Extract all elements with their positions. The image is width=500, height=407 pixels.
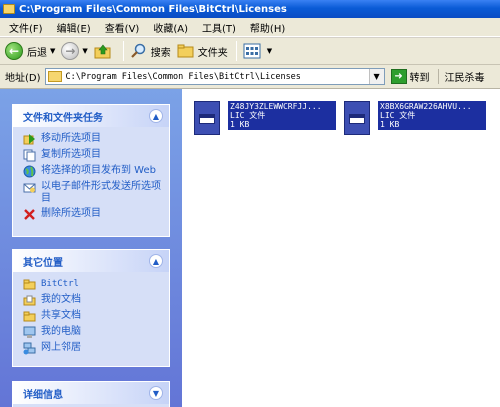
file-size: 1 KB [380,120,400,129]
task-copy[interactable]: 复制所选项目 [23,149,163,162]
chevron-down-icon[interactable]: ▼ [50,47,55,55]
go-label: 转到 [409,73,430,84]
panel-title: 文件和文件夹任务 [23,112,103,124]
file-item[interactable]: Z48JY3ZLEWWCRFJJ... LIC 文件 1 KB [190,99,336,137]
file-size: 1 KB [230,120,250,129]
folders-icon [177,44,194,58]
task-move[interactable]: 移动所选项目 [23,133,163,146]
file-item[interactable]: X8BX6GRAW226AHVU... LIC 文件 1 KB [340,99,486,137]
views-button[interactable]: ▼ [243,43,272,59]
go-arrow-icon: ➜ [390,69,407,84]
menu-file[interactable]: 文件(F) [2,20,50,35]
shared-folder-icon [23,311,36,322]
other-places-header[interactable]: 其它位置 ▲ [13,250,169,272]
forward-button[interactable]: → ▼ [61,42,88,60]
window-title: C:\Program Files\Common Files\BitCtrl\Li… [19,3,287,15]
address-bar: 地址(D) C:\Program Files\Common Files\BitC… [0,65,500,89]
place-network[interactable]: 网上邻居 [23,342,163,355]
back-arrow-icon: ← [5,42,23,60]
copy-icon [23,149,36,162]
file-tasks-panel: 文件和文件夹任务 ▲ 移动所选项目 复制所选项目 将选择的项目发布到 Web 以… [12,104,170,237]
file-type: LIC 文件 [230,111,266,120]
search-icon [131,43,146,58]
folder-icon [23,279,36,290]
up-folder-icon [94,44,111,59]
place-my-documents[interactable]: 我的文档 [23,294,163,307]
chevron-down-icon[interactable]: ▼ [267,47,272,55]
menu-view[interactable]: 查看(V) [98,20,147,35]
search-button[interactable]: 搜索 [130,43,171,59]
file-name: Z48JY3ZLEWWCRFJJ... [230,102,322,111]
panel-title: 详细信息 [23,389,63,401]
lic-file-icon [190,99,224,137]
network-icon [23,342,36,355]
back-label: 后退 [27,47,47,59]
collapse-icon[interactable]: ▲ [149,254,163,268]
computer-icon [23,326,36,338]
toolbar: ← 后退 ▼ → ▼ 搜索 文件夹 ▼ [0,37,500,65]
email-icon [23,183,36,193]
folder-icon [3,4,15,14]
folders-label: 文件夹 [197,47,228,59]
views-icon [243,43,261,59]
menu-edit[interactable]: 编辑(E) [50,20,98,35]
details-header[interactable]: 详细信息 ▼ [13,382,169,404]
antivirus-button[interactable]: 江民杀毒 [437,69,485,84]
move-icon [23,134,35,145]
place-shared-documents[interactable]: 共享文档 [23,310,163,323]
panel-title: 其它位置 [23,257,63,269]
menu-tools[interactable]: 工具(T) [195,20,243,35]
up-folder-button[interactable] [94,43,115,59]
file-info: X8BX6GRAW226AHVU... LIC 文件 1 KB [378,101,486,130]
toolbar-separator [235,41,237,61]
task-pane: 文件和文件夹任务 ▲ 移动所选项目 复制所选项目 将选择的项目发布到 Web 以… [0,89,182,407]
chevron-down-icon[interactable]: ▼ [82,47,87,55]
expand-icon[interactable]: ▼ [149,386,163,400]
folder-icon [47,71,62,82]
details-panel: 详细信息 ▼ [12,381,170,407]
collapse-icon[interactable]: ▲ [149,109,163,123]
place-my-computer[interactable]: 我的电脑 [23,326,163,339]
folders-button[interactable]: 文件夹 [177,43,228,59]
address-label: 地址(D) [5,73,41,84]
toolbar-separator [122,41,124,61]
file-info: Z48JY3ZLEWWCRFJJ... LIC 文件 1 KB [228,101,336,130]
menu-help[interactable]: 帮助(H) [243,20,292,35]
task-publish-web[interactable]: 将选择的项目发布到 Web [23,165,163,178]
menu-favorites[interactable]: 收藏(A) [146,20,195,35]
back-button[interactable]: ← 后退 ▼ [5,42,55,60]
place-bitctrl[interactable]: BitCtrl [23,278,163,291]
task-delete[interactable]: 删除所选项目 [23,208,163,221]
address-input[interactable]: C:\Program Files\Common Files\BitCtrl\Li… [44,68,385,85]
forward-arrow-icon: → [61,42,80,60]
delete-icon [24,209,35,220]
chevron-down-icon[interactable]: ▼ [368,69,384,84]
documents-folder-icon [23,295,36,306]
address-value: C:\Program Files\Common Files\BitCtrl\Li… [65,71,301,82]
search-label: 搜索 [150,47,171,59]
globe-icon [23,165,36,178]
task-email[interactable]: 以电子邮件形式发送所选项目 [23,181,163,205]
lic-file-icon [340,99,374,137]
file-tasks-header[interactable]: 文件和文件夹任务 ▲ [13,105,169,127]
title-bar: C:\Program Files\Common Files\BitCtrl\Li… [0,0,500,18]
other-places-panel: 其它位置 ▲ BitCtrl 我的文档 共享文档 我的电脑 网上邻居 [12,249,170,367]
file-type: LIC 文件 [380,111,416,120]
menu-bar: 文件(F) 编辑(E) 查看(V) 收藏(A) 工具(T) 帮助(H) [0,18,500,37]
file-name: X8BX6GRAW226AHVU... [380,102,472,111]
go-button[interactable]: ➜ 转到 [390,69,430,84]
file-list[interactable]: Z48JY3ZLEWWCRFJJ... LIC 文件 1 KB X8BX6GRA… [182,89,500,407]
